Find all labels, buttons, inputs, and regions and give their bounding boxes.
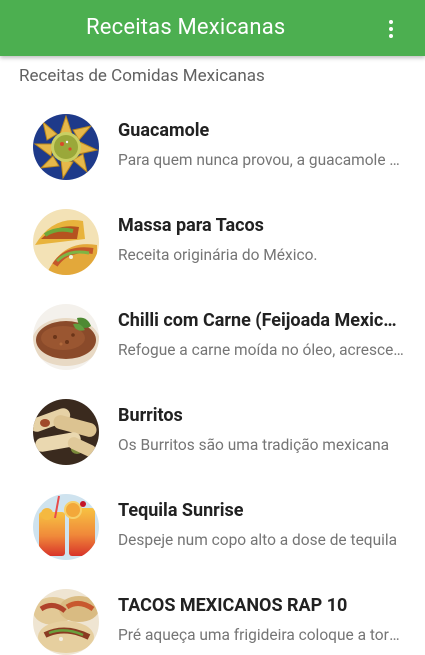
burritos-image: [33, 399, 99, 465]
recipe-description: Refogue a carne moída no óleo, acrescent…: [118, 341, 404, 359]
tequila-image: [33, 494, 99, 560]
list-item[interactable]: Chilli com Carne (Feijoada Mexicana) Ref…: [0, 288, 425, 383]
recipe-description: Receita originária do México.: [118, 246, 318, 264]
tacos-image: [33, 209, 99, 275]
app-title: Receitas Mexicanas: [86, 15, 286, 40]
recipe-description: Os Burritos são uma tradição mexicana: [118, 436, 390, 454]
app-bar: Receitas Mexicanas: [0, 0, 425, 56]
list-item[interactable]: Guacamole Para quem nunca provou, a guac…: [0, 98, 425, 193]
list-item[interactable]: TACOS MEXICANOS RAP 10 Pré aqueça uma fr…: [0, 573, 425, 655]
app-screen: Receitas Mexicanas Receitas de Comidas M…: [0, 0, 425, 655]
recipe-list: Guacamole Para quem nunca provou, a guac…: [0, 98, 425, 655]
guacamole-image: [33, 114, 99, 180]
more-vert-icon[interactable]: [379, 17, 403, 41]
recipe-title: Chilli com Carne (Feijoada Mexicana): [118, 310, 404, 331]
list-item[interactable]: Burritos Os Burritos são uma tradição me…: [0, 383, 425, 478]
recipe-description: Despeje num copo alto a dose de tequila: [118, 531, 398, 549]
recipe-title: Tequila Sunrise: [118, 500, 244, 521]
tacos-rap10-image: [33, 589, 99, 655]
list-item[interactable]: Tequila Sunrise Despeje num copo alto a …: [0, 478, 425, 573]
chilli-image: [33, 304, 99, 370]
list-item[interactable]: Massa para Tacos Receita originária do M…: [0, 193, 425, 288]
recipe-title: TACOS MEXICANOS RAP 10: [118, 595, 348, 616]
recipe-title: Burritos: [118, 405, 183, 426]
recipe-title: Guacamole: [118, 120, 210, 141]
recipe-title: Massa para Tacos: [118, 215, 264, 236]
section-header: Receitas de Comidas Mexicanas: [19, 66, 265, 86]
recipe-description: Pré aqueça uma frigideira coloque a tort…: [118, 626, 404, 644]
recipe-description: Para quem nunca provou, a guacamole é um…: [118, 151, 404, 169]
